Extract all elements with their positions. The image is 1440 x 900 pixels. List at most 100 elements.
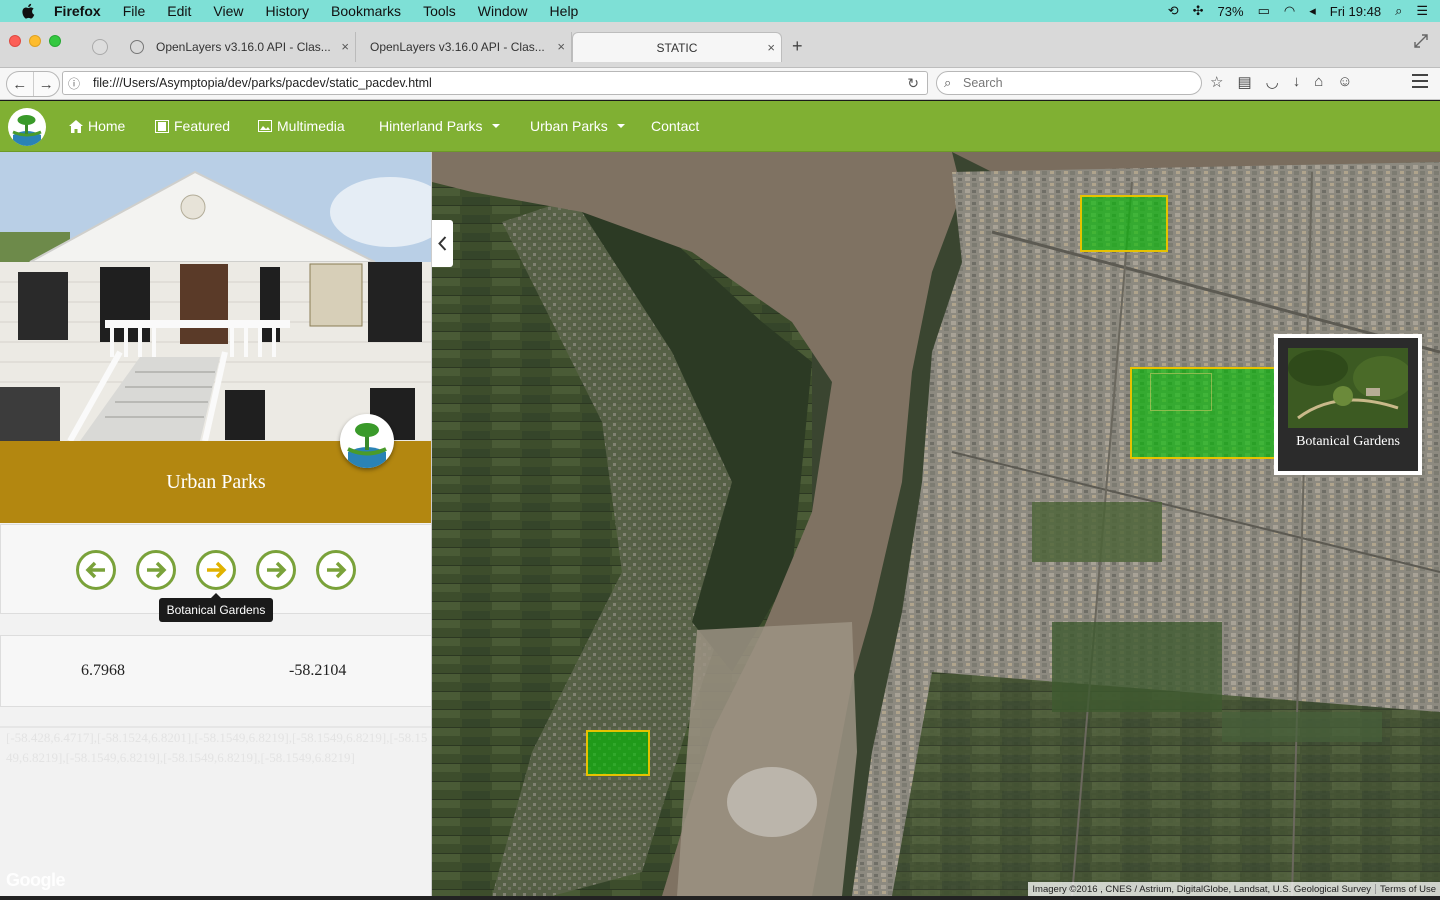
- volume-icon[interactable]: ◂: [1309, 3, 1316, 19]
- next-park-button-3[interactable]: [256, 550, 296, 590]
- close-tab-icon[interactable]: ×: [767, 40, 775, 55]
- time-machine-icon[interactable]: ⟲: [1168, 3, 1179, 19]
- park-highlight-north[interactable]: [1080, 195, 1168, 252]
- minimize-window-button[interactable]: [29, 35, 41, 47]
- nav-urban-parks[interactable]: Urban Parks: [530, 118, 625, 134]
- site-logo[interactable]: [8, 108, 46, 146]
- coordinates-panel: 6.7968 -58.2104: [0, 635, 431, 707]
- menu-edit[interactable]: Edit: [167, 3, 191, 19]
- chat-icon[interactable]: ☺: [1337, 73, 1352, 91]
- next-park-button-1[interactable]: [136, 550, 176, 590]
- window-bottom-edge: [0, 896, 1440, 900]
- park-highlight-botanical-gardens[interactable]: [1130, 367, 1276, 459]
- browser-tab-bar: OpenLayers v3.16.0 API - Clas... × OpenL…: [0, 22, 1440, 68]
- chevron-left-icon: [438, 236, 447, 251]
- battery-icon[interactable]: ▭: [1258, 3, 1270, 19]
- section-title: Urban Parks: [166, 470, 266, 493]
- nav-contact-label: Contact: [651, 118, 700, 134]
- tab-static[interactable]: STATIC ×: [572, 32, 782, 62]
- home-icon[interactable]: ⌂: [1314, 73, 1323, 91]
- latitude-value: 6.7968: [81, 662, 125, 679]
- url-text[interactable]: file:///Users/Asymptopia/dev/parks/pacde…: [93, 76, 432, 90]
- menu-bookmarks[interactable]: Bookmarks: [331, 3, 401, 19]
- reading-list-icon[interactable]: ▤: [1237, 73, 1251, 91]
- notification-center-icon[interactable]: ☰: [1416, 3, 1428, 19]
- pinned-tab-icon[interactable]: [92, 39, 108, 55]
- map-popup[interactable]: Botanical Gardens: [1274, 334, 1422, 475]
- download-icon[interactable]: ↓: [1293, 73, 1301, 91]
- park-logo-badge: [340, 414, 394, 468]
- botanical-gardens-button[interactable]: [196, 550, 236, 590]
- arrow-right-icon: [207, 561, 227, 579]
- nav-hinterland-label: Hinterland Parks: [379, 118, 483, 134]
- nav-hinterland-parks[interactable]: Hinterland Parks: [379, 118, 500, 134]
- nav-featured[interactable]: Featured: [155, 118, 230, 134]
- arrow-right-icon: [327, 561, 347, 579]
- menu-view[interactable]: View: [213, 3, 243, 19]
- macos-menu-bar: Firefox File Edit View History Bookmarks…: [0, 0, 1440, 22]
- nav-contact[interactable]: Contact: [651, 118, 699, 134]
- tab-label: OpenLayers v3.16.0 API - Clas...: [370, 40, 545, 54]
- caret-down-icon: [491, 124, 500, 128]
- bookmark-star-icon[interactable]: ☆: [1210, 73, 1223, 91]
- fullscreen-icon[interactable]: [1414, 34, 1428, 48]
- park-sidebar: Urban Parks Botanical Gardens 6.7968 -58…: [0, 152, 432, 896]
- bluetooth-icon[interactable]: ✣: [1193, 3, 1204, 19]
- new-tab-button[interactable]: +: [792, 36, 803, 57]
- zoom-window-button[interactable]: [49, 35, 61, 47]
- search-input[interactable]: ⌕ Search: [936, 71, 1202, 95]
- back-forward-group: ← →: [6, 71, 60, 97]
- menu-history[interactable]: History: [265, 3, 309, 19]
- park-highlight-south[interactable]: [586, 730, 650, 776]
- tab-label: OpenLayers v3.16.0 API - Clas...: [156, 40, 331, 54]
- close-tab-icon[interactable]: ×: [341, 39, 349, 54]
- browser-toolbar: ← → ⓘ file:///Users/Asymptopia/dev/parks…: [0, 68, 1440, 100]
- longitude-value: -58.2104: [289, 662, 347, 679]
- url-bar[interactable]: ⓘ file:///Users/Asymptopia/dev/parks/pac…: [62, 71, 928, 95]
- tab-label: STATIC: [656, 40, 698, 55]
- close-window-button[interactable]: [9, 35, 21, 47]
- google-watermark: Google: [6, 870, 66, 890]
- caret-down-icon: [616, 124, 625, 128]
- close-tab-icon[interactable]: ×: [557, 39, 565, 54]
- globe-icon: [130, 40, 144, 54]
- info-icon[interactable]: ⓘ: [63, 75, 85, 92]
- imagery-credit: Imagery ©2016 , CNES / Astrium, DigitalG…: [1032, 883, 1372, 895]
- apple-icon[interactable]: [20, 3, 38, 19]
- previous-park-button[interactable]: [76, 550, 116, 590]
- arrow-right-icon: [147, 561, 167, 579]
- tab-openlayers-1[interactable]: OpenLayers v3.16.0 API - Clas... ×: [120, 32, 356, 62]
- park-inner-area: [1150, 373, 1212, 411]
- forward-button[interactable]: →: [32, 72, 60, 96]
- wifi-icon[interactable]: ◠: [1284, 3, 1295, 19]
- arrow-right-icon: [267, 561, 287, 579]
- back-button[interactable]: ←: [7, 72, 33, 96]
- spotlight-icon[interactable]: ⌕: [1395, 3, 1402, 19]
- menu-help[interactable]: Help: [550, 3, 579, 19]
- tab-openlayers-2[interactable]: OpenLayers v3.16.0 API - Clas... ×: [360, 32, 572, 62]
- menu-tools[interactable]: Tools: [423, 3, 456, 19]
- home-icon: [69, 119, 83, 133]
- menu-app-name[interactable]: Firefox: [54, 3, 101, 19]
- terms-of-use-link[interactable]: Terms of Use: [1376, 884, 1440, 895]
- pocket-icon[interactable]: ◡: [1266, 73, 1279, 91]
- collapse-sidebar-button[interactable]: [432, 220, 453, 267]
- nav-home-label: Home: [88, 118, 126, 134]
- site-navbar: Home Featured Multimedia Hinterland Park…: [0, 101, 1440, 152]
- satellite-imagery[interactable]: [432, 152, 1440, 896]
- map-view[interactable]: Botanical Gardens Imagery ©2016 , CNES /…: [432, 152, 1440, 896]
- menu-icon[interactable]: [1412, 74, 1428, 88]
- nav-featured-label: Featured: [174, 118, 231, 134]
- botanical-gardens-thumbnail: [1288, 348, 1408, 428]
- nav-multimedia-label: Multimedia: [277, 118, 345, 134]
- film-icon: [155, 119, 169, 133]
- menu-window[interactable]: Window: [478, 3, 528, 19]
- next-park-button-4[interactable]: [316, 550, 356, 590]
- nav-home[interactable]: Home: [69, 118, 125, 134]
- search-icon: ⌕: [944, 75, 952, 90]
- reload-icon[interactable]: ↻: [907, 75, 919, 92]
- clock[interactable]: Fri 19:48: [1330, 4, 1381, 19]
- menu-file[interactable]: File: [123, 3, 146, 19]
- nav-multimedia[interactable]: Multimedia: [258, 118, 345, 134]
- arrow-tooltip: Botanical Gardens: [159, 593, 273, 622]
